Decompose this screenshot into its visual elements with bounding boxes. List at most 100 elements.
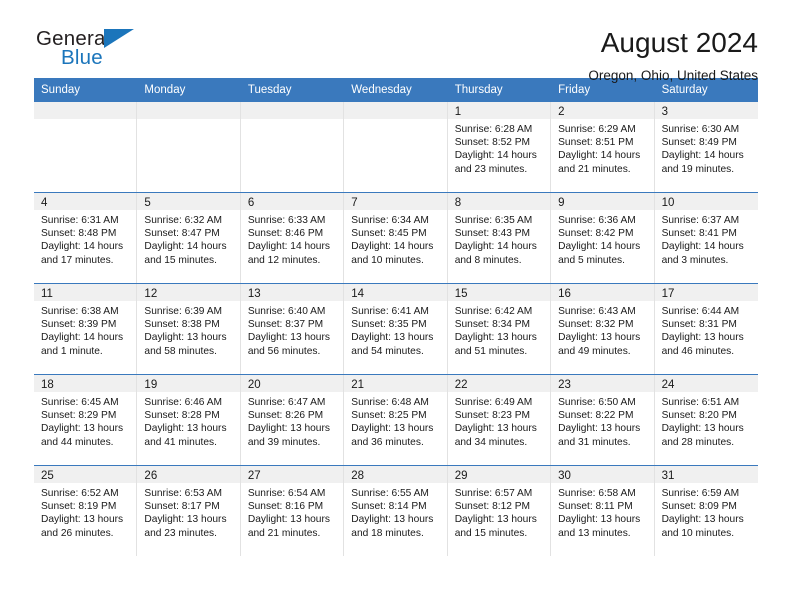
calendar-day-cell[interactable]: 19 Sunrise: 6:46 AM Sunset: 8:28 PM Dayligh…: [137, 375, 241, 465]
general-blue-logo[interactable]: General Blue: [34, 26, 144, 78]
day-number-band: 27: [240, 466, 344, 483]
calendar-day-cell[interactable]: 22 Sunrise: 6:49 AM Sunset: 8:23 PM Dayligh…: [447, 375, 552, 465]
daylight-duration-line1: Daylight: 13 hours: [661, 332, 744, 344]
day-sun-info: Sunrise: 6:55 AM Sunset: 8:14 PM Daylight:…: [344, 483, 446, 540]
daylight-duration-line1: Daylight: 14 hours: [144, 241, 227, 253]
calendar-day-cell[interactable]: 4 Sunrise: 6:31 AM Sunset: 8:48 PM Daylight…: [34, 193, 138, 283]
sunset-time: Sunset: 8:48 PM: [41, 228, 117, 240]
day-number-band: 25: [34, 466, 137, 483]
calendar-day-cell[interactable]: 17 Sunrise: 6:44 AM Sunset: 8:31 PM Dayligh…: [654, 284, 758, 374]
calendar-day-cell[interactable]: 25 Sunrise: 6:52 AM Sunset: 8:19 PM Dayligh…: [34, 466, 138, 556]
day-sun-info: Sunrise: 6:28 AM Sunset: 8:52 PM Daylight:…: [448, 119, 550, 176]
daylight-duration-line1: Daylight: 13 hours: [558, 514, 641, 526]
calendar-day-cell[interactable]: 28 Sunrise: 6:55 AM Sunset: 8:14 PM Dayligh…: [344, 466, 448, 556]
calendar-day-cell[interactable]: 16 Sunrise: 6:43 AM Sunset: 8:32 PM Dayligh…: [551, 284, 655, 374]
sunset-time: Sunset: 8:47 PM: [144, 228, 220, 240]
day-number: 3: [661, 106, 668, 118]
calendar-day-cell[interactable]: 26 Sunrise: 6:53 AM Sunset: 8:17 PM Dayligh…: [137, 466, 241, 556]
calendar-day-cell[interactable]: 10 Sunrise: 6:37 AM Sunset: 8:41 PM Dayligh…: [654, 193, 758, 283]
calendar-day-cell[interactable]: 14 Sunrise: 6:41 AM Sunset: 8:35 PM Dayligh…: [344, 284, 448, 374]
calendar-day-cell[interactable]: 18 Sunrise: 6:45 AM Sunset: 8:29 PM Dayligh…: [34, 375, 138, 465]
day-number: 27: [247, 470, 261, 482]
day-sun-info: Sunrise: 6:50 AM Sunset: 8:22 PM Daylight:…: [551, 392, 653, 449]
sunset-time: Sunset: 8:32 PM: [558, 319, 634, 331]
day-number: 20: [247, 379, 261, 391]
calendar-cell-empty: [240, 102, 345, 192]
sunset-time: Sunset: 8:23 PM: [454, 410, 531, 422]
sunset-time: Sunset: 8:28 PM: [144, 410, 220, 422]
calendar-week-row: 18 Sunrise: 6:45 AM Sunset: 8:29 PM Dayligh…: [34, 374, 758, 465]
day-number: 23: [558, 379, 571, 391]
sunrise-time: Sunrise: 6:47 AM: [247, 397, 326, 408]
calendar-weeks: 1 Sunrise: 6:28 AM Sunset: 8:52 PM Daylight…: [34, 102, 758, 556]
sunrise-time: Sunrise: 6:41 AM: [351, 306, 429, 317]
calendar-day-cell[interactable]: 12 Sunrise: 6:39 AM Sunset: 8:38 PM Dayligh…: [137, 284, 241, 374]
daylight-duration-line1: Daylight: 14 hours: [558, 150, 641, 162]
sunrise-time: Sunrise: 6:44 AM: [661, 306, 740, 317]
calendar-day-cell[interactable]: 3 Sunrise: 6:30 AM Sunset: 8:49 PM Daylight…: [654, 102, 758, 192]
calendar-day-cell[interactable]: 11 Sunrise: 6:38 AM Sunset: 8:39 PM Dayligh…: [34, 284, 138, 374]
day-sun-info: Sunrise: 6:52 AM Sunset: 8:19 PM Daylight:…: [34, 483, 136, 540]
daylight-duration-line1: Daylight: 13 hours: [247, 332, 330, 344]
logo-triangle-icon: [104, 29, 134, 48]
calendar-day-cell[interactable]: 8 Sunrise: 6:35 AM Sunset: 8:43 PM Daylight…: [447, 193, 552, 283]
calendar-day-cell[interactable]: 5 Sunrise: 6:32 AM Sunset: 8:47 PM Daylight…: [137, 193, 241, 283]
sunrise-time: Sunrise: 6:54 AM: [247, 488, 326, 499]
calendar-day-cell[interactable]: 2 Sunrise: 6:29 AM Sunset: 8:51 PM Daylight…: [551, 102, 655, 192]
day-number: 28: [351, 470, 365, 482]
daylight-duration-line2: and 15 minutes.: [454, 527, 528, 539]
calendar-day-cell[interactable]: 1 Sunrise: 6:28 AM Sunset: 8:52 PM Daylight…: [447, 102, 552, 192]
day-number-band: 14: [344, 284, 447, 301]
weekday-header-friday: Friday: [558, 84, 591, 96]
sunrise-time: Sunrise: 6:38 AM: [41, 306, 119, 317]
sunrise-time: Sunrise: 6:46 AM: [144, 397, 223, 408]
sunset-time: Sunset: 8:29 PM: [41, 410, 117, 422]
calendar-day-cell[interactable]: 15 Sunrise: 6:42 AM Sunset: 8:34 PM Dayligh…: [447, 284, 552, 374]
calendar-day-cell[interactable]: 13 Sunrise: 6:40 AM Sunset: 8:37 PM Dayligh…: [240, 284, 345, 374]
sunrise-time: Sunrise: 6:37 AM: [661, 215, 740, 226]
day-sun-info: Sunrise: 6:29 AM Sunset: 8:51 PM Daylight:…: [551, 119, 653, 176]
sunrise-time: Sunrise: 6:55 AM: [351, 488, 429, 499]
daylight-duration-line1: Daylight: 13 hours: [351, 423, 434, 435]
day-sun-info: Sunrise: 6:31 AM Sunset: 8:48 PM Daylight:…: [34, 210, 136, 267]
day-number-band: 3: [654, 102, 758, 119]
calendar-week-row: 1 Sunrise: 6:28 AM Sunset: 8:52 PM Daylight…: [34, 102, 758, 192]
calendar-day-cell[interactable]: 21 Sunrise: 6:48 AM Sunset: 8:25 PM Dayligh…: [344, 375, 448, 465]
daylight-duration-line2: and 51 minutes.: [454, 345, 528, 357]
sunset-time: Sunset: 8:41 PM: [661, 228, 737, 240]
calendar-day-cell[interactable]: 23 Sunrise: 6:50 AM Sunset: 8:22 PM Dayligh…: [551, 375, 655, 465]
calendar-day-cell[interactable]: 20 Sunrise: 6:47 AM Sunset: 8:26 PM Dayligh…: [240, 375, 345, 465]
day-number: 16: [558, 288, 571, 300]
day-sun-info: Sunrise: 6:46 AM Sunset: 8:28 PM Daylight:…: [137, 392, 239, 449]
daylight-duration-line2: and 46 minutes.: [661, 345, 735, 357]
daylight-duration-line2: and 17 minutes.: [41, 254, 114, 266]
daylight-duration-line2: and 49 minutes.: [558, 345, 631, 357]
sunset-time: Sunset: 8:49 PM: [661, 137, 737, 149]
day-number: 6: [247, 197, 255, 209]
calendar-day-cell[interactable]: 7 Sunrise: 6:34 AM Sunset: 8:45 PM Daylight…: [344, 193, 448, 283]
sunrise-time: Sunrise: 6:35 AM: [454, 215, 533, 226]
day-number: 10: [661, 197, 675, 209]
calendar-day-cell[interactable]: 9 Sunrise: 6:36 AM Sunset: 8:42 PM Daylight…: [551, 193, 655, 283]
calendar-day-cell[interactable]: 24 Sunrise: 6:51 AM Sunset: 8:20 PM Dayligh…: [654, 375, 758, 465]
logo-text-blue: Blue: [61, 46, 103, 69]
daylight-duration-line1: Daylight: 13 hours: [41, 423, 124, 435]
calendar-cell-empty: [344, 102, 448, 192]
calendar-day-cell[interactable]: 27 Sunrise: 6:54 AM Sunset: 8:16 PM Dayligh…: [240, 466, 345, 556]
day-sun-info: Sunrise: 6:37 AM Sunset: 8:41 PM Daylight:…: [655, 210, 758, 267]
sunset-time: Sunset: 8:42 PM: [558, 228, 634, 240]
daylight-duration-line1: Daylight: 13 hours: [661, 514, 744, 526]
sunset-time: Sunset: 8:45 PM: [351, 228, 427, 240]
day-number-band: 20: [240, 375, 344, 392]
day-sun-info: Sunrise: 6:42 AM Sunset: 8:34 PM Daylight:…: [448, 301, 550, 358]
calendar-day-cell[interactable]: 29 Sunrise: 6:57 AM Sunset: 8:12 PM Dayligh…: [447, 466, 552, 556]
calendar-day-cell[interactable]: 30 Sunrise: 6:58 AM Sunset: 8:11 PM Dayligh…: [551, 466, 655, 556]
sunrise-time: Sunrise: 6:40 AM: [247, 306, 326, 317]
daylight-duration-line2: and 18 minutes.: [351, 527, 424, 539]
calendar-week-row: 25 Sunrise: 6:52 AM Sunset: 8:19 PM Dayligh…: [34, 465, 758, 556]
day-number-band: 31: [654, 466, 758, 483]
day-number-band: 5: [137, 193, 240, 210]
calendar-day-cell[interactable]: 6 Sunrise: 6:33 AM Sunset: 8:46 PM Daylight…: [240, 193, 345, 283]
sunrise-time: Sunrise: 6:43 AM: [558, 306, 636, 317]
calendar-day-cell[interactable]: 31 Sunrise: 6:59 AM Sunset: 8:09 PM Dayligh…: [654, 466, 758, 556]
